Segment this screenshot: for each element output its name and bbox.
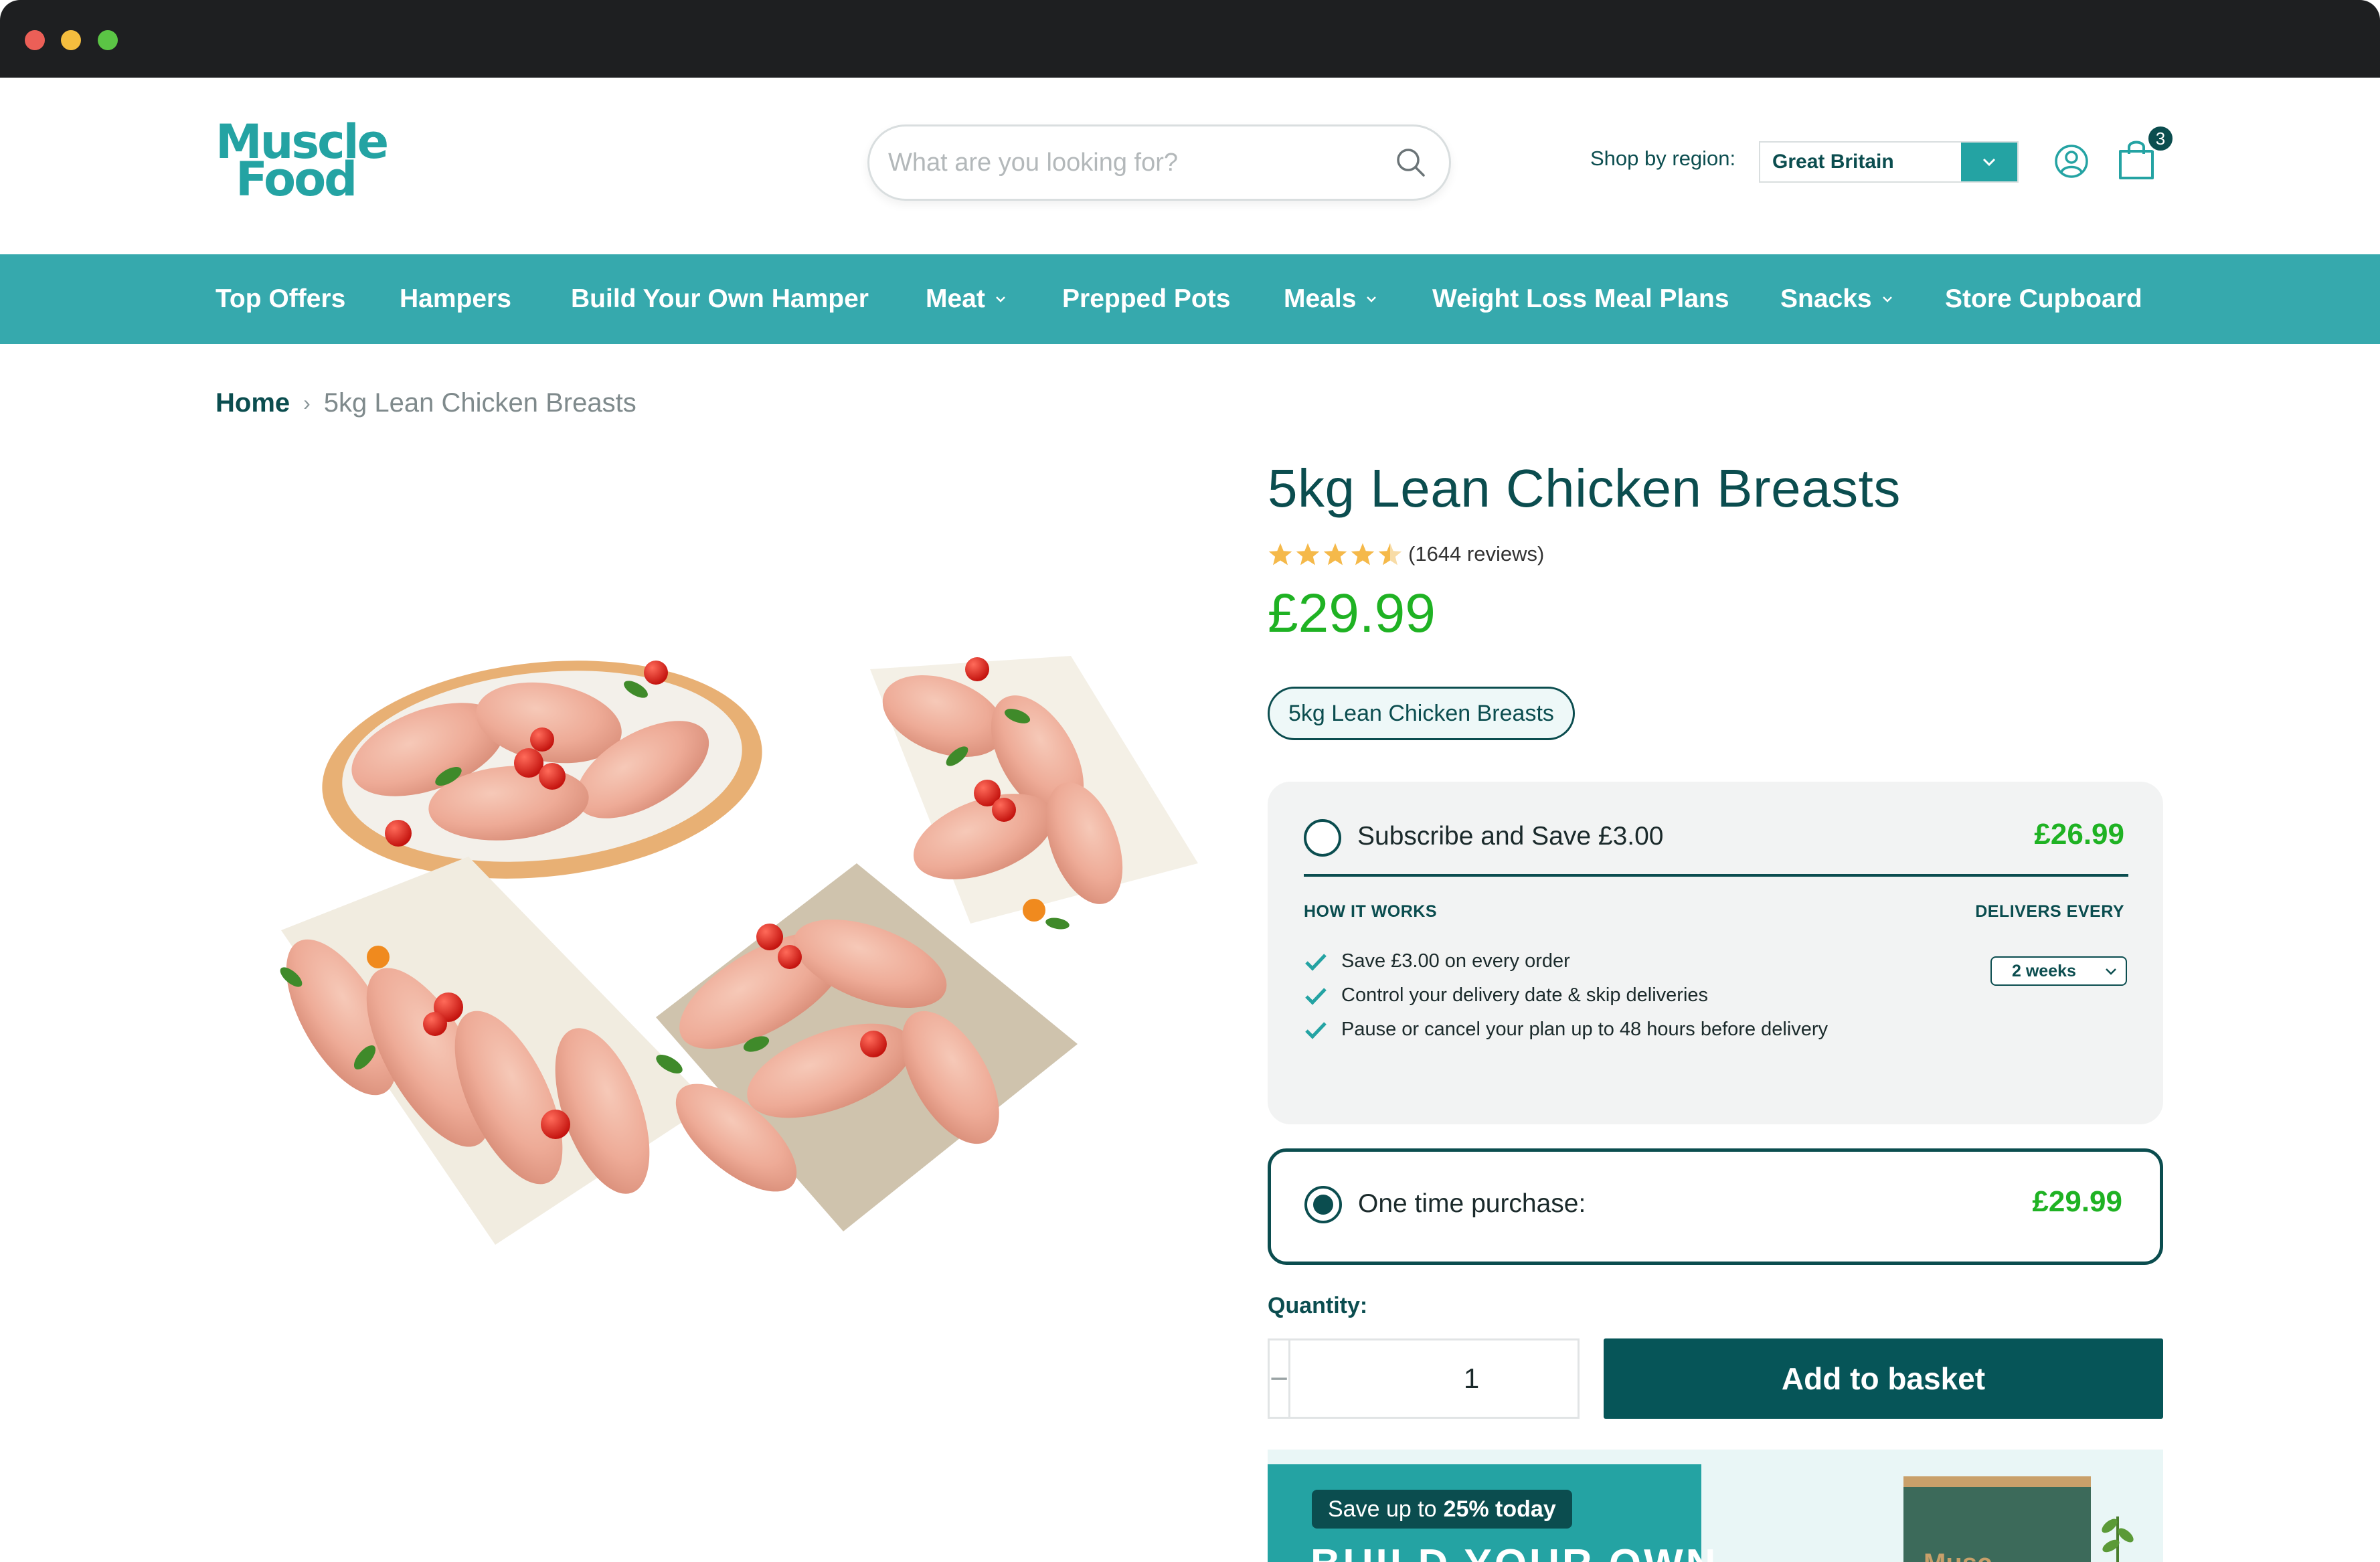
- promo-box-image: Musc: [1903, 1476, 2091, 1562]
- product-price: £29.99: [1268, 583, 1436, 644]
- product-title: 5kg Lean Chicken Breasts: [1268, 458, 1901, 518]
- decrease-quantity-button[interactable]: −: [1270, 1340, 1291, 1417]
- nav-label: Snacks: [1780, 284, 1872, 313]
- delivers-every-heading: DELIVERS EVERY: [1975, 902, 2124, 921]
- nav-item-prepped-pots[interactable]: Prepped Pots: [1062, 254, 1230, 344]
- chevron-down-icon: [1882, 296, 1892, 302]
- star-icon: [1323, 543, 1347, 566]
- herb-icon: [2102, 1516, 2134, 1562]
- nav-item-snacks[interactable]: Snacks: [1780, 254, 1893, 344]
- quantity-input[interactable]: [1290, 1340, 1653, 1417]
- star-icon: [1296, 543, 1320, 566]
- nav-label: Hampers: [400, 284, 511, 313]
- how-it-works-heading: HOW IT WORKS: [1304, 902, 1438, 921]
- promo-pill-bold: 25% today: [1443, 1496, 1556, 1522]
- promo-box-text: Musc: [1924, 1549, 1992, 1562]
- add-to-basket-button[interactable]: Add to basket: [1604, 1338, 2163, 1419]
- region-value: Great Britain: [1772, 151, 1894, 173]
- nav-label: Meals: [1284, 284, 1357, 313]
- nav-label: Build Your Own Hamper: [571, 284, 869, 313]
- region-select[interactable]: Great Britain: [1759, 141, 2019, 183]
- subscribe-label[interactable]: Subscribe and Save £3.00: [1357, 822, 1664, 851]
- quantity-stepper: − +: [1268, 1338, 1673, 1419]
- nav-item-meat[interactable]: Meat: [926, 254, 1007, 344]
- subscribe-radio[interactable]: [1304, 819, 1341, 857]
- one-time-radio[interactable]: [1304, 1186, 1342, 1223]
- breadcrumb: Home › 5kg Lean Chicken Breasts: [216, 388, 636, 418]
- delivery-frequency-select[interactable]: 2 weeks: [1990, 956, 2127, 986]
- rating-stars: [1268, 542, 1403, 566]
- search-bar: [867, 124, 1451, 201]
- promo-savings-badge: Save up to 25% today: [1312, 1490, 1572, 1529]
- region-label: Shop by region:: [1590, 147, 1736, 170]
- review-count[interactable]: (1644 reviews): [1408, 542, 1544, 566]
- nav-label: Prepped Pots: [1062, 284, 1231, 313]
- account-icon[interactable]: [2053, 143, 2090, 179]
- promo-heading: BUILD YOUR OWN: [1310, 1541, 1718, 1562]
- breadcrumb-separator: ›: [303, 391, 311, 415]
- star-half-icon: [1378, 543, 1402, 566]
- product-image[interactable]: [228, 642, 1205, 1265]
- window-titlebar: [0, 0, 2380, 78]
- star-icon: [1351, 543, 1375, 566]
- build-your-own-promo-banner[interactable]: Save up to 25% today BUILD YOUR OWN Musc: [1268, 1450, 2163, 1562]
- chevron-down-icon: [1982, 158, 1996, 167]
- frequency-value: 2 weeks: [2012, 961, 2076, 980]
- nav-item-build-your-own-hamper[interactable]: Build Your Own Hamper: [571, 254, 869, 344]
- benefit-item: Pause or cancel your plan up to 48 hours…: [1304, 1019, 1828, 1041]
- benefit-item: Save £3.00 on every order: [1304, 950, 1570, 972]
- benefit-text: Control your delivery date & skip delive…: [1341, 984, 1709, 1006]
- subscribe-price: £26.99: [2034, 818, 2124, 851]
- chevron-down-icon: [995, 296, 1005, 302]
- quantity-label: Quantity:: [1268, 1293, 1368, 1318]
- breadcrumb-home-link[interactable]: Home: [216, 388, 290, 418]
- nav-label: Weight Loss Meal Plans: [1432, 284, 1729, 313]
- subscribe-divider: [1304, 874, 2128, 877]
- search-icon[interactable]: [1394, 146, 1428, 179]
- nav-label: Top Offers: [216, 284, 346, 313]
- benefit-item: Control your delivery date & skip delive…: [1304, 984, 1708, 1007]
- breadcrumb-current: 5kg Lean Chicken Breasts: [323, 388, 636, 418]
- one-time-price: £29.99: [2032, 1185, 2122, 1218]
- search-input[interactable]: [888, 148, 1394, 177]
- chevron-down-icon: [2106, 968, 2116, 975]
- nav-label: Store Cupboard: [1945, 284, 2142, 313]
- product-rating[interactable]: (1644 reviews): [1268, 542, 1544, 566]
- main-navigation: Top Offers Hampers Build Your Own Hamper…: [0, 254, 2380, 344]
- minimize-window-button[interactable]: [61, 30, 81, 50]
- nav-label: Meat: [926, 284, 985, 313]
- close-window-button[interactable]: [25, 30, 45, 50]
- check-icon: [1305, 953, 1327, 971]
- star-icon: [1268, 543, 1292, 566]
- one-time-label[interactable]: One time purchase:: [1358, 1189, 1586, 1219]
- maximize-window-button[interactable]: [98, 30, 118, 50]
- promo-pill-prefix: Save up to: [1328, 1496, 1437, 1522]
- site-header: Muscle Food Shop by region: Great Britai…: [0, 78, 2380, 254]
- chevron-down-icon: [1367, 296, 1377, 302]
- variant-option[interactable]: 5kg Lean Chicken Breasts: [1268, 687, 1575, 740]
- nav-item-meals[interactable]: Meals: [1284, 254, 1377, 344]
- nav-item-hampers[interactable]: Hampers: [400, 254, 511, 344]
- nav-item-store-cupboard[interactable]: Store Cupboard: [1945, 254, 2142, 344]
- check-icon: [1305, 987, 1327, 1005]
- cart-count-badge: 3: [2146, 124, 2175, 153]
- subscribe-option-panel: Subscribe and Save £3.00 £26.99 HOW IT W…: [1268, 782, 2163, 1124]
- region-dropdown-button[interactable]: [1961, 143, 2017, 181]
- muscle-food-logo[interactable]: Muscle Food: [216, 118, 396, 205]
- check-icon: [1305, 1021, 1327, 1039]
- benefit-text: Save £3.00 on every order: [1341, 950, 1570, 972]
- one-time-purchase-option[interactable]: One time purchase: £29.99: [1268, 1148, 2163, 1265]
- nav-item-weight-loss-meal-plans[interactable]: Weight Loss Meal Plans: [1432, 254, 1729, 344]
- benefit-text: Pause or cancel your plan up to 48 hours…: [1341, 1019, 1829, 1040]
- nav-item-top-offers[interactable]: Top Offers: [216, 254, 345, 344]
